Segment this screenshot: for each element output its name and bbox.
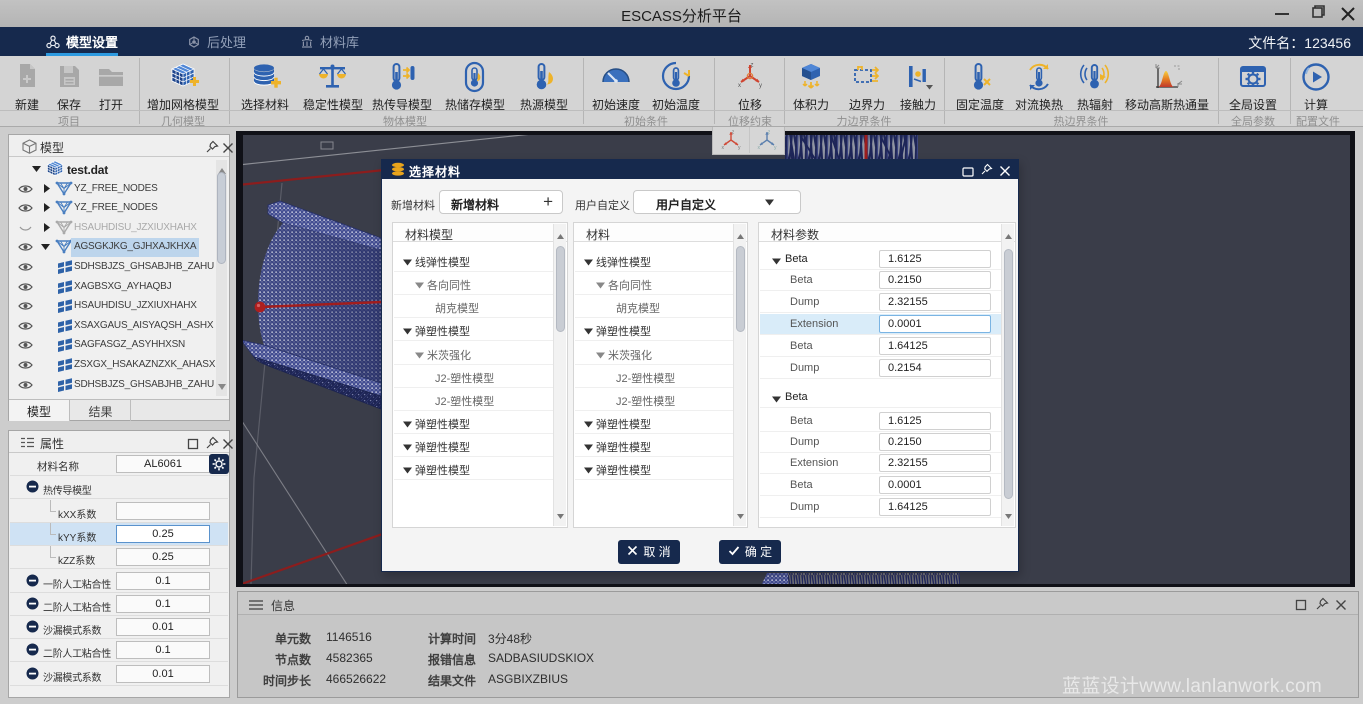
svg-text:x: x (721, 145, 724, 151)
svg-text:z: z (732, 130, 735, 136)
svg-text:x: x (738, 83, 741, 89)
svg-text:y: y (738, 145, 741, 151)
svg-text:y: y (759, 83, 762, 89)
svg-text:z: z (751, 63, 754, 69)
svg-text:z: z (768, 130, 771, 136)
svg-text:y: y (774, 145, 777, 151)
svg-text:x: x (757, 145, 760, 151)
